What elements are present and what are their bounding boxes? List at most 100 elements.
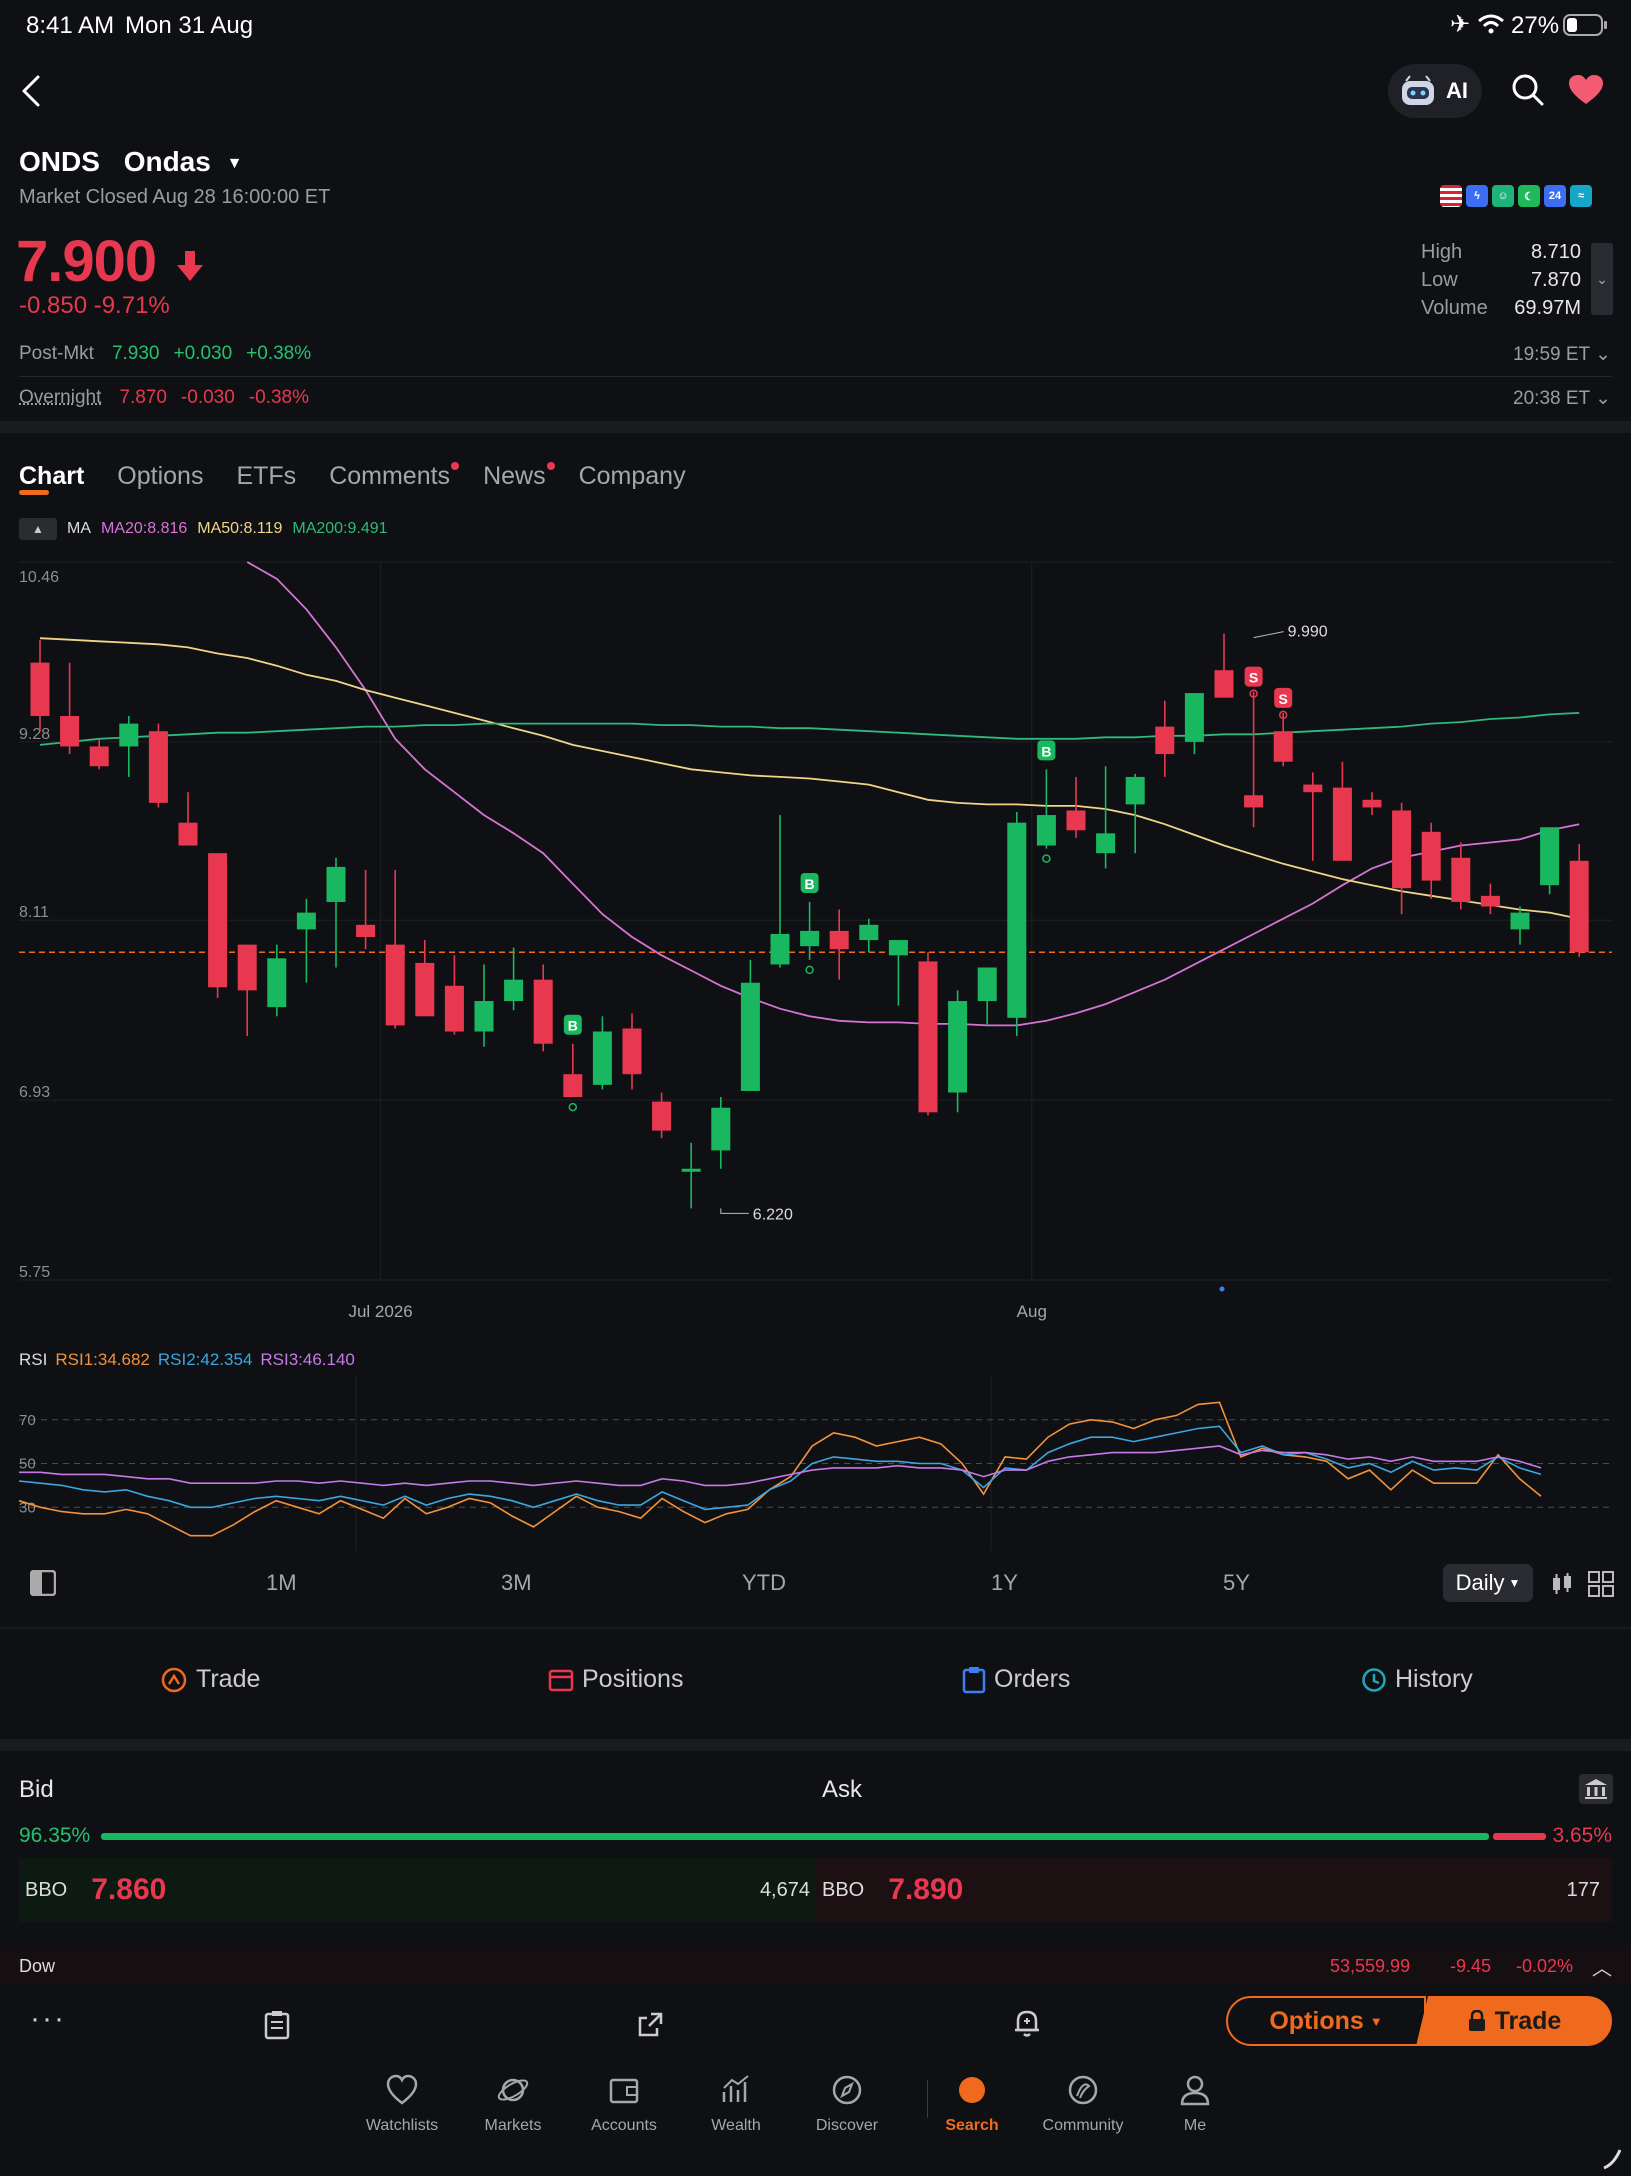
bid-bbo-row[interactable]: BBO 7.860 4,674 (19, 1858, 816, 1922)
positions-action[interactable]: Positions (548, 1665, 683, 1694)
indicator-collapse-button[interactable]: ▲ (19, 518, 57, 540)
candle[interactable] (237, 944, 257, 1037)
more-icon[interactable]: ··· (30, 2002, 66, 2036)
index-ticker-bar[interactable]: Dow 53,559.99 -9.45 -0.02% ︿ (0, 1948, 1631, 1984)
candle[interactable] (592, 1016, 612, 1090)
history-action[interactable]: History (1361, 1665, 1473, 1694)
candle[interactable] (918, 952, 938, 1116)
candle[interactable] (1569, 844, 1589, 957)
candle[interactable] (563, 1043, 583, 1098)
range-1m[interactable]: 1M (266, 1570, 297, 1596)
candle[interactable] (1155, 700, 1175, 777)
candle[interactable] (888, 940, 908, 1006)
favorite-heart-icon[interactable] (1568, 74, 1604, 106)
nav-accounts[interactable]: Accounts (576, 2074, 672, 2135)
ticker-header[interactable]: ONDS Ondas ▼ (19, 146, 242, 178)
candle[interactable] (1036, 769, 1056, 849)
candle[interactable] (148, 723, 168, 808)
candle[interactable] (1332, 761, 1352, 861)
nav-markets[interactable]: Markets (465, 2074, 561, 2135)
nav-wealth[interactable]: Wealth (688, 2074, 784, 2135)
tab-news[interactable]: News (483, 462, 555, 491)
candle[interactable] (30, 639, 50, 732)
candle[interactable] (444, 955, 464, 1035)
candle[interactable] (1244, 691, 1264, 828)
candle[interactable] (740, 959, 760, 1091)
candlestick-chart[interactable]: 10.46 9.28 8.11 6.93 5.75 Jul 2026 Aug B B B S S 6.2… (0, 545, 1631, 1325)
candle[interactable] (681, 1142, 701, 1209)
tab-etfs[interactable]: ETFs (236, 462, 296, 491)
candle[interactable] (267, 944, 287, 1017)
ask-bbo-row[interactable]: BBO 7.890 177 (816, 1858, 1612, 1922)
candle[interactable] (977, 967, 997, 1026)
candle[interactable] (1214, 633, 1234, 698)
candle[interactable] (119, 715, 139, 777)
candle[interactable] (89, 738, 109, 770)
candle[interactable] (385, 869, 405, 1029)
tab-chart[interactable]: Chart (19, 462, 84, 491)
stats-expand-toggle[interactable]: ⌄ (1591, 243, 1613, 315)
candle[interactable] (533, 964, 553, 1052)
candle[interactable] (415, 940, 435, 1017)
options-button[interactable]: Options ▼ (1226, 1996, 1426, 2046)
nav-discover[interactable]: Discover (799, 2074, 895, 2135)
candle[interactable] (208, 853, 228, 998)
candle[interactable] (948, 990, 968, 1113)
overnight-label[interactable]: Overnight (19, 387, 101, 409)
candle[interactable] (1303, 772, 1323, 861)
candle[interactable] (800, 901, 820, 960)
range-ytd[interactable]: YTD (742, 1570, 786, 1596)
candle[interactable] (1540, 827, 1560, 895)
candle[interactable] (1421, 822, 1441, 899)
candle[interactable] (1007, 812, 1027, 1037)
price-alert-icon[interactable] (1013, 2008, 1041, 2038)
share-icon[interactable] (637, 2010, 665, 2038)
tab-options[interactable]: Options (117, 462, 203, 491)
sidebar-toggle-icon[interactable] (30, 1570, 56, 1596)
range-1y[interactable]: 1Y (991, 1570, 1018, 1596)
notes-icon[interactable] (264, 2010, 290, 2040)
candle[interactable] (1392, 802, 1412, 915)
candle[interactable] (1451, 842, 1471, 910)
nav-me[interactable]: Me (1147, 2074, 1243, 2135)
rsi-chart[interactable]: 705030 (0, 1376, 1631, 1551)
candle[interactable] (356, 869, 376, 950)
candle[interactable] (770, 815, 790, 968)
tab-comments[interactable]: Comments (329, 462, 460, 491)
range-3m[interactable]: 3M (501, 1570, 532, 1596)
candle[interactable] (622, 1013, 642, 1090)
candle-style-icon[interactable] (1551, 1572, 1573, 1596)
back-icon[interactable] (20, 74, 42, 108)
candle[interactable] (652, 1092, 672, 1139)
candle[interactable] (859, 918, 879, 953)
nav-search[interactable]: Search (924, 2074, 1020, 2135)
candle[interactable] (474, 964, 494, 1047)
candle[interactable] (1362, 792, 1382, 816)
tab-company[interactable]: Company (579, 462, 686, 491)
grid-layout-icon[interactable] (1588, 1571, 1614, 1597)
trade-action[interactable]: Trade (160, 1665, 260, 1694)
candle[interactable] (1510, 906, 1530, 945)
candle[interactable] (60, 662, 80, 755)
exchange-icon[interactable] (1579, 1774, 1613, 1804)
candle[interactable] (1096, 766, 1116, 869)
candle[interactable] (711, 1097, 731, 1169)
search-icon[interactable] (1511, 73, 1545, 107)
nav-community[interactable]: Community (1035, 2074, 1131, 2135)
candle[interactable] (1480, 883, 1500, 915)
orders-action[interactable]: Orders (962, 1665, 1070, 1694)
trade-button[interactable]: Trade (1416, 1996, 1612, 2046)
candle[interactable] (326, 857, 346, 968)
nav-watchlists[interactable]: Watchlists (354, 2074, 450, 2135)
range-5y[interactable]: 5Y (1223, 1570, 1250, 1596)
post-market-time[interactable]: 19:59 ET ⌄ (1513, 343, 1611, 366)
candle[interactable] (178, 792, 198, 846)
interval-dropdown[interactable]: Daily ▼ (1443, 1564, 1533, 1602)
candle[interactable] (296, 898, 316, 983)
overnight-time[interactable]: 20:38 ET ⌄ (1513, 387, 1611, 410)
candle[interactable] (504, 947, 524, 1011)
chevron-up-icon[interactable]: ︿ (1592, 1952, 1612, 1981)
candle[interactable] (1184, 693, 1204, 755)
ai-assistant-button[interactable]: AI (1388, 64, 1482, 118)
candle[interactable] (1273, 712, 1293, 767)
